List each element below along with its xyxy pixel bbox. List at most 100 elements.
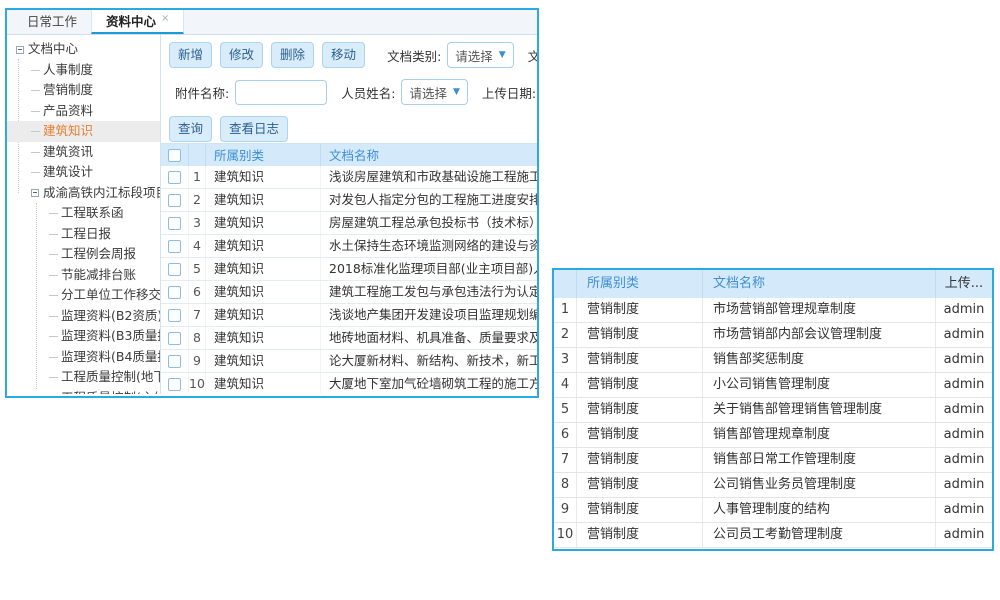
row-checkbox[interactable] [168, 240, 181, 253]
doc-category-select[interactable]: 请选择 ▼ [447, 42, 513, 68]
window-body: 文档中心 人事制度 营销制度 产品资料 建筑知识 [7, 35, 537, 394]
row-category: 建筑知识 [206, 304, 321, 326]
row-checkbox[interactable] [168, 194, 181, 207]
move-button[interactable]: 移动 [322, 42, 365, 68]
tree-item-label: 工程质量控制(地下室) [61, 369, 161, 384]
row-checkbox[interactable] [168, 309, 181, 322]
row-doc-name: 房屋建筑工程总承包投标书（技术标）... [321, 212, 537, 234]
edit-button[interactable]: 修改 [220, 42, 263, 68]
row-index: 1 [554, 298, 577, 322]
tree-item[interactable]: 产品资料 [7, 101, 160, 122]
tab-close-icon[interactable]: × [161, 13, 169, 24]
tree-item[interactable]: 人事制度 [7, 60, 160, 81]
table-row[interactable]: 2 建筑知识 对发包人指定分包的工程施工进度安排... [161, 189, 537, 212]
tab-daily-work[interactable]: 日常工作 [13, 10, 91, 34]
row-checkbox[interactable] [168, 171, 181, 184]
table-row[interactable]: 10 建筑知识 大厦地下室加气砼墙砌筑工程的施工方... [161, 373, 537, 394]
table-row[interactable]: 1 营销制度 市场营销部管理规章制度 admin [554, 298, 992, 323]
row-checkbox[interactable] [168, 217, 181, 230]
tree-item[interactable]: 建筑资讯 [7, 142, 160, 163]
person-name-value: 请选择 [409, 83, 447, 102]
collapse-icon[interactable] [16, 46, 24, 54]
table-row[interactable]: 2 营销制度 市场营销部内部会议管理制度 admin [554, 323, 992, 348]
row-uploader: admin [936, 423, 992, 447]
tree-item-label: 产品资料 [43, 103, 93, 118]
delete-button[interactable]: 删除 [271, 42, 314, 68]
row-index: 2 [554, 323, 577, 347]
tree-item[interactable]: 营销制度 [7, 80, 160, 101]
tab-label: 日常工作 [27, 14, 77, 29]
table-row[interactable]: 4 建筑知识 水土保持生态环境监测网络的建设与资... [161, 235, 537, 258]
tree-item[interactable]: 工程质量控制(地下室) [7, 367, 160, 388]
collapse-icon[interactable] [31, 189, 39, 197]
table-row[interactable]: 8 建筑知识 地砖地面材料、机具准备、质量要求及... [161, 327, 537, 350]
tree-item[interactable]: 成渝高铁内江标段项目 [7, 183, 160, 204]
tree-connector-icon [49, 234, 58, 235]
row-index: 7 [189, 304, 206, 326]
row-checkbox[interactable] [168, 378, 181, 391]
tree-item[interactable]: 工程质量控制(主体结构) [7, 388, 160, 395]
tab-data-center[interactable]: 资料中心 × [91, 10, 184, 34]
table-row[interactable]: 9 建筑知识 论大厦新材料、新结构、新技术，新工... [161, 350, 537, 373]
tree-connector-icon [49, 316, 58, 317]
tab-bar: 日常工作 资料中心 × [7, 10, 537, 35]
person-name-select[interactable]: 请选择 ▼ [401, 79, 467, 105]
tree-item[interactable]: 节能减排台账 [7, 265, 160, 286]
row-category: 营销制度 [577, 398, 703, 422]
tree-item[interactable]: 监理资料(B4质量控制) [7, 347, 160, 368]
table-row[interactable]: 8 营销制度 公司销售业务员管理制度 admin [554, 473, 992, 498]
tree-item-label: 人事制度 [43, 62, 93, 77]
table-row[interactable]: 3 营销制度 销售部奖惩制度 admin [554, 348, 992, 373]
tree-item[interactable]: 工程例会周报 [7, 244, 160, 265]
tree-connector-icon [49, 336, 58, 337]
tree-item-label: 节能减排台账 [61, 267, 136, 282]
row-index: 1 [189, 166, 206, 188]
row-index: 8 [554, 473, 577, 497]
table-row[interactable]: 5 营销制度 关于销售部管理销售管理制度 admin [554, 398, 992, 423]
tab-label: 资料中心 [106, 14, 156, 29]
attachment-name-input[interactable] [235, 80, 327, 105]
tree-item[interactable]: 监理资料(B2资质) [7, 306, 160, 327]
row-category: 建筑知识 [206, 258, 321, 280]
table-row[interactable]: 7 建筑知识 浅谈地产集团开发建设项目监理规划编... [161, 304, 537, 327]
tree-item[interactable]: 工程联系函 [7, 203, 160, 224]
tree-item-label: 监理资料(B3质量控制) [61, 328, 161, 343]
row-doc-name: 销售部日常工作管理制度 [703, 448, 936, 472]
row-category: 建筑知识 [206, 235, 321, 257]
tree-item[interactable]: 文档中心 [7, 39, 160, 60]
table-row[interactable]: 7 营销制度 销售部日常工作管理制度 admin [554, 448, 992, 473]
tree-item-label: 监理资料(B4质量控制) [61, 349, 161, 364]
table-row[interactable]: 9 营销制度 人事管理制度的结构 admin [554, 498, 992, 523]
row-uploader: admin [936, 473, 992, 497]
row-checkbox[interactable] [168, 263, 181, 276]
table-row[interactable]: 1 建筑知识 浅谈房屋建筑和市政基础设施工程施工... [161, 166, 537, 189]
row-checkbox[interactable] [168, 286, 181, 299]
row-index: 3 [189, 212, 206, 234]
query-button[interactable]: 查询 [169, 116, 212, 142]
tree-item[interactable]: 建筑知识 [7, 121, 160, 142]
select-all-checkbox[interactable] [168, 149, 181, 162]
tree-item-label: 建筑资讯 [43, 144, 93, 159]
row-category: 营销制度 [577, 498, 703, 522]
table-row[interactable]: 6 建筑知识 建筑工程施工发包与承包违法行为认定... [161, 281, 537, 304]
row-doc-name: 市场营销部内部会议管理制度 [703, 323, 936, 347]
tree-item[interactable]: 工程日报 [7, 224, 160, 245]
table-row[interactable]: 4 营销制度 小公司销售管理制度 admin [554, 373, 992, 398]
add-button[interactable]: 新增 [169, 42, 212, 68]
tree-item[interactable]: 监理资料(B3质量控制) [7, 326, 160, 347]
tree-item[interactable]: 分工单位工作移交 [7, 285, 160, 306]
table-row[interactable]: 3 建筑知识 房屋建筑工程总承包投标书（技术标）... [161, 212, 537, 235]
row-checkbox[interactable] [168, 355, 181, 368]
tree-item[interactable]: 建筑设计 [7, 162, 160, 183]
row-index: 6 [189, 281, 206, 303]
table-row[interactable]: 5 建筑知识 2018标准化监理项目部(业主项目部)人员... [161, 258, 537, 281]
row-doc-name: 公司销售业务员管理制度 [703, 473, 936, 497]
tree-item-label: 监理资料(B2资质) [61, 308, 161, 323]
header-uploader: 上传... [936, 270, 992, 298]
view-log-button[interactable]: 查看日志 [220, 116, 288, 142]
tree-connector-icon [31, 172, 40, 173]
row-checkbox[interactable] [168, 332, 181, 345]
table-row[interactable]: 6 营销制度 销售部管理规章制度 admin [554, 423, 992, 448]
tree-connector-icon [31, 152, 40, 153]
table-row[interactable]: 10 营销制度 公司员工考勤管理制度 admin [554, 523, 992, 548]
